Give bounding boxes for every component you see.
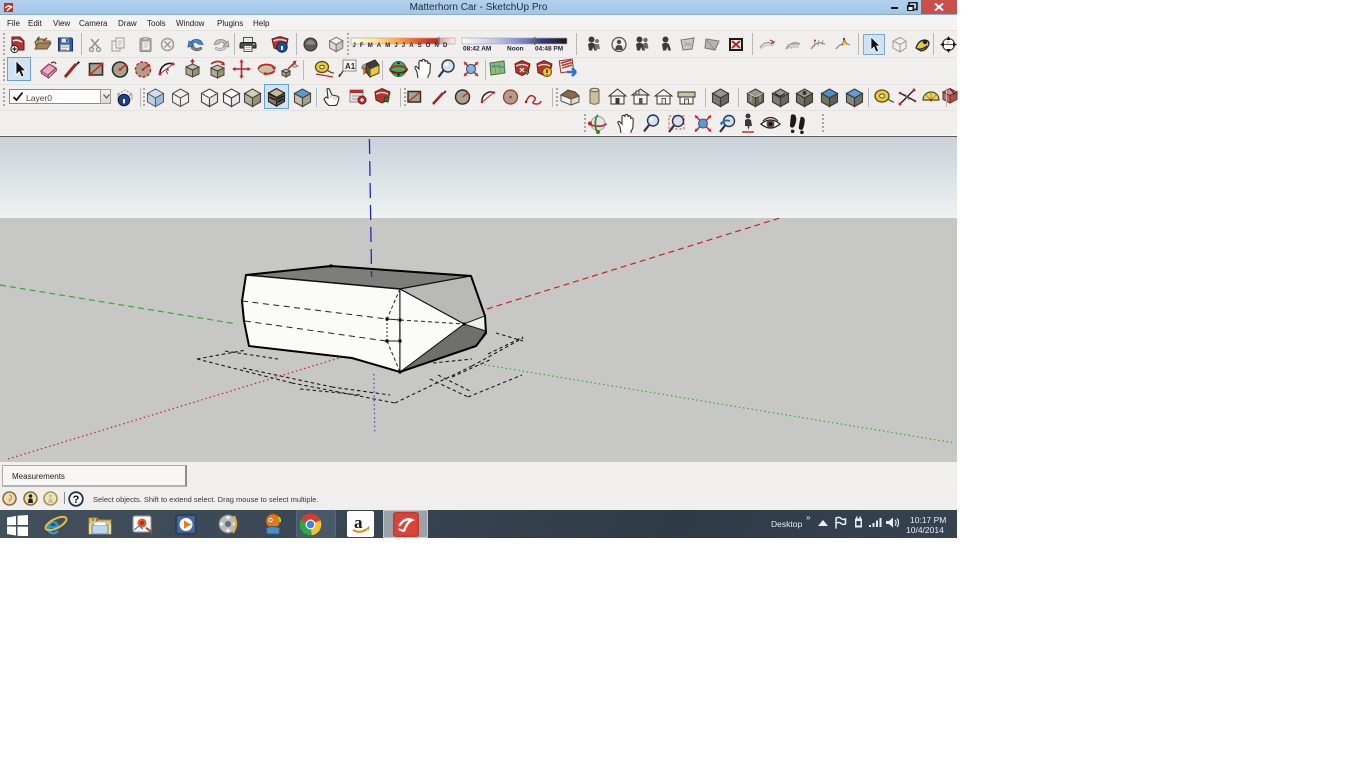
svg-text:08:42 AM: 08:42 AM [463,46,491,53]
svg-text:a: a [354,513,363,532]
svg-text:C: C [947,40,950,45]
svg-text:04:48 PM: 04:48 PM [535,46,563,53]
svg-text:Noon: Noon [507,46,524,53]
svg-text:?: ? [73,494,80,506]
svg-text:A1: A1 [345,62,356,71]
